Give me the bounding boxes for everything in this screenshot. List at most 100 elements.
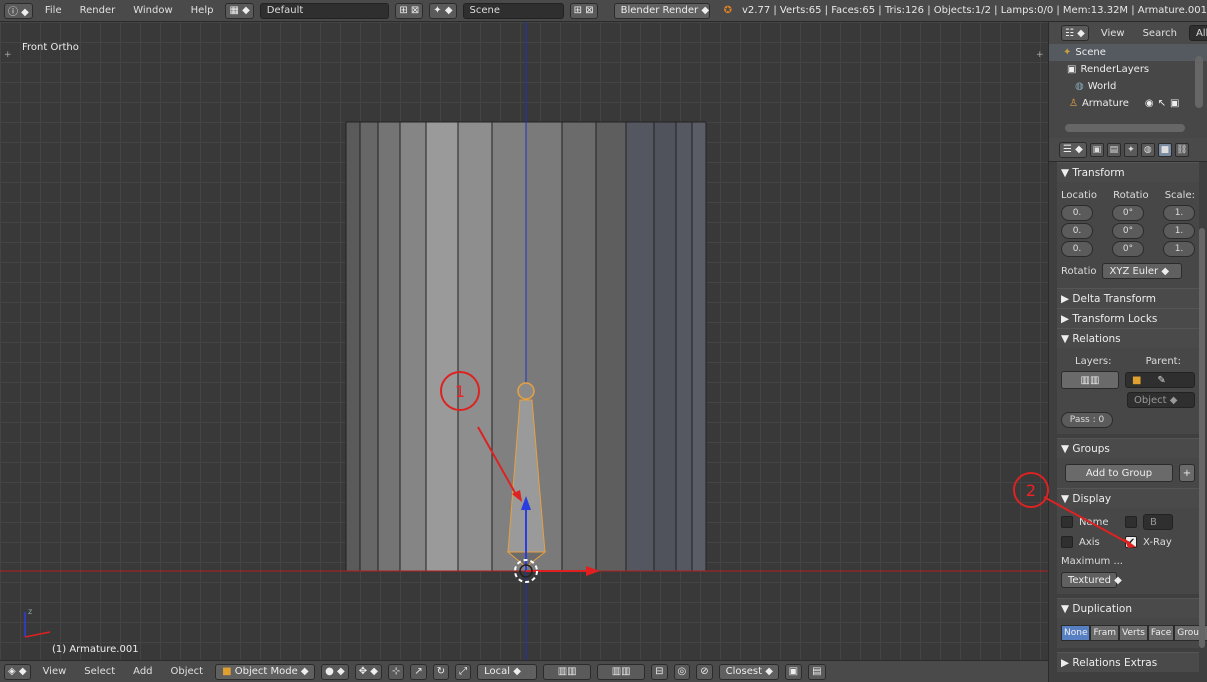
visibility-eye-icon[interactable]: ◉ [1145,98,1154,109]
scene-tab-icon[interactable]: ✦ [1123,142,1138,157]
scale-y-field[interactable]: 1. [1163,223,1195,239]
location-x-field[interactable]: 0. [1061,205,1093,221]
display-panel: Name B Axis ✔ X-Ray Maximum ... Textured… [1057,508,1199,594]
dupli-frames-button[interactable]: Fram [1090,625,1119,641]
properties-scrollbar[interactable] [1199,228,1205,648]
scale-z-field[interactable]: 1. [1163,241,1195,257]
menu-object[interactable]: Object [165,666,210,677]
delta-transform-panel-header[interactable]: ▶ Delta Transform [1057,288,1199,308]
scene-icon[interactable]: ✦ ◆ [429,2,457,19]
properties-editor: ☰ ◆ ▣ ▤ ✦ ◍ ■ ⛓ ▼ Transform Locatio Rota… [1048,138,1207,682]
world-tab-icon[interactable]: ◍ [1140,142,1155,157]
dupli-verts-button[interactable]: Verts [1119,625,1148,641]
location-z-field[interactable]: 0. [1061,241,1093,257]
menu-add[interactable]: Add [127,666,158,677]
scene-field[interactable]: Scene [462,2,564,19]
proportional-edit-icon[interactable]: ◎ [673,663,691,680]
outliner-item-armature[interactable]: ♙ Armature ◉ ↖ ▣ [1049,95,1207,112]
shading-select[interactable]: ● ◆ [321,663,349,680]
outliner: ☷ ◆ View Search All Sc ✦Scene ▣RenderLay… [1048,22,1207,138]
relations-panel: Layers: Parent: ▥▥ ■ ✎ Object ◆ Pass : 0 [1057,348,1199,434]
relations-extras-panel-header[interactable]: ▶ Relations Extras [1057,652,1199,672]
outliner-view-menu[interactable]: View [1095,28,1131,39]
rotate-manipulator-icon[interactable]: ↻ [432,663,450,680]
outliner-item-world[interactable]: ◍ World [1049,78,1207,95]
dupli-none-button[interactable]: None [1061,625,1091,641]
rotation-mode-select[interactable]: XYZ Euler ◆ [1102,263,1183,279]
transform-locks-panel-header[interactable]: ▶ Transform Locks [1057,308,1199,328]
snap-target-select[interactable]: Closest ◆ [718,663,779,680]
layout-icon[interactable]: ▦ ◆ [225,2,254,19]
pivot-select[interactable]: ✥ ◆ [354,663,382,680]
translate-manipulator-icon[interactable]: ↗ [410,663,427,680]
render-tab-icon[interactable]: ▣ [1089,142,1104,157]
annotation-marker-2: 2 [1013,472,1049,508]
name-checkbox[interactable] [1061,516,1073,528]
scale-manipulator-icon[interactable]: ⤢ [455,663,472,680]
menu-file[interactable]: File [39,5,68,16]
menu-window[interactable]: Window [127,5,178,16]
display-panel-header[interactable]: ▼ Display [1057,488,1199,508]
parent-type-select[interactable]: Object ◆ [1127,392,1195,408]
scene-add-remove[interactable]: ⊞ ⊠ [569,2,598,19]
duplication-panel-header[interactable]: ▼ Duplication [1057,598,1199,618]
groups-panel: Add to Group + [1057,458,1199,488]
add-to-group-button[interactable]: Add to Group [1065,464,1173,482]
render-camera-icon[interactable]: ▣ [1170,98,1179,109]
mode-select[interactable]: ■ Object Mode ◆ [215,663,316,680]
viewport-corner-plus-icon-right[interactable]: + [1036,50,1044,60]
layer-buttons-2[interactable]: ▥▥ [597,663,646,680]
editor-type-button[interactable]: ⓘ ◆ [4,2,33,19]
location-label: Locatio [1061,189,1097,201]
outliner-search-menu[interactable]: Search [1137,28,1183,39]
outliner-editor-type[interactable]: ☷ ◆ [1061,25,1089,41]
max-draw-type-select[interactable]: Textured ◆ [1061,572,1122,588]
outliner-v-scrollbar[interactable] [1195,56,1203,108]
object-tab-icon[interactable]: ■ [1157,142,1172,157]
parent-field[interactable]: ■ ✎ [1125,372,1195,388]
editor-type-button-3d[interactable]: ◈ ◆ [4,663,31,680]
outliner-item-scene[interactable]: ✦ Scene [1049,44,1207,61]
transform-panel-header[interactable]: ▼ Transform [1057,162,1199,182]
outliner-item-renderlayers[interactable]: ▣ RenderLayers [1049,61,1207,78]
menu-view[interactable]: View [37,666,73,677]
groups-panel-header[interactable]: ▼ Groups [1057,438,1199,458]
3d-viewport[interactable]: + Front Ortho z 1 (1) Armature.001 + [0,22,1048,660]
dupli-faces-button[interactable]: Face [1147,625,1175,641]
layout-add-remove[interactable]: ⊞ ⊠ [395,2,424,19]
render-engine-select[interactable]: Blender Render ◆ [613,2,710,19]
xray-checkbox[interactable]: ✔ [1125,536,1137,548]
pass-index-field[interactable]: Pass : 0 [1061,412,1113,428]
menu-select[interactable]: Select [78,666,121,677]
scene-canvas[interactable]: z [0,22,1048,660]
3d-view-header: ◈ ◆ View Select Add Object ■ Object Mode… [0,660,1048,682]
layers-tab-icon[interactable]: ▤ [1106,142,1121,157]
add-group-plus-button[interactable]: + [1179,464,1195,482]
opengl-render-icon[interactable]: ▤ [808,663,826,680]
rotation-y-field[interactable]: 0° [1112,223,1144,239]
lock-icon[interactable]: ⊟ [651,663,668,680]
location-y-field[interactable]: 0. [1061,223,1093,239]
snap-icon[interactable]: ⊘ [696,663,713,680]
outliner-filter-select[interactable]: All Sc [1188,25,1207,41]
bounds-type-select[interactable]: B [1143,514,1173,530]
properties-editor-type[interactable]: ☰ ◆ [1059,141,1087,158]
scale-x-field[interactable]: 1. [1163,205,1195,221]
layer-buttons[interactable]: ▥▥ [543,663,592,680]
layer-grid[interactable]: ▥▥ [1061,371,1119,389]
select-cursor-icon[interactable]: ↖ [1158,98,1166,109]
manipulator-toggle[interactable]: ⊹ [387,663,405,680]
transform-orientation-select[interactable]: Local ◆ [477,663,538,680]
constraints-tab-icon[interactable]: ⛓ [1174,142,1189,157]
menu-render[interactable]: Render [74,5,122,16]
outliner-h-scrollbar[interactable] [1065,124,1185,132]
menu-help[interactable]: Help [185,5,220,16]
relations-panel-header[interactable]: ▼ Relations [1057,328,1199,348]
rotation-x-field[interactable]: 0° [1112,205,1144,221]
layout-field[interactable]: Default [259,2,390,19]
render-preview-icon[interactable]: ▣ [784,663,803,680]
eyedropper-icon[interactable]: ✎ [1157,375,1165,386]
rotation-z-field[interactable]: 0° [1112,241,1144,257]
bounds-checkbox[interactable] [1125,516,1137,528]
axis-checkbox[interactable] [1061,536,1073,548]
